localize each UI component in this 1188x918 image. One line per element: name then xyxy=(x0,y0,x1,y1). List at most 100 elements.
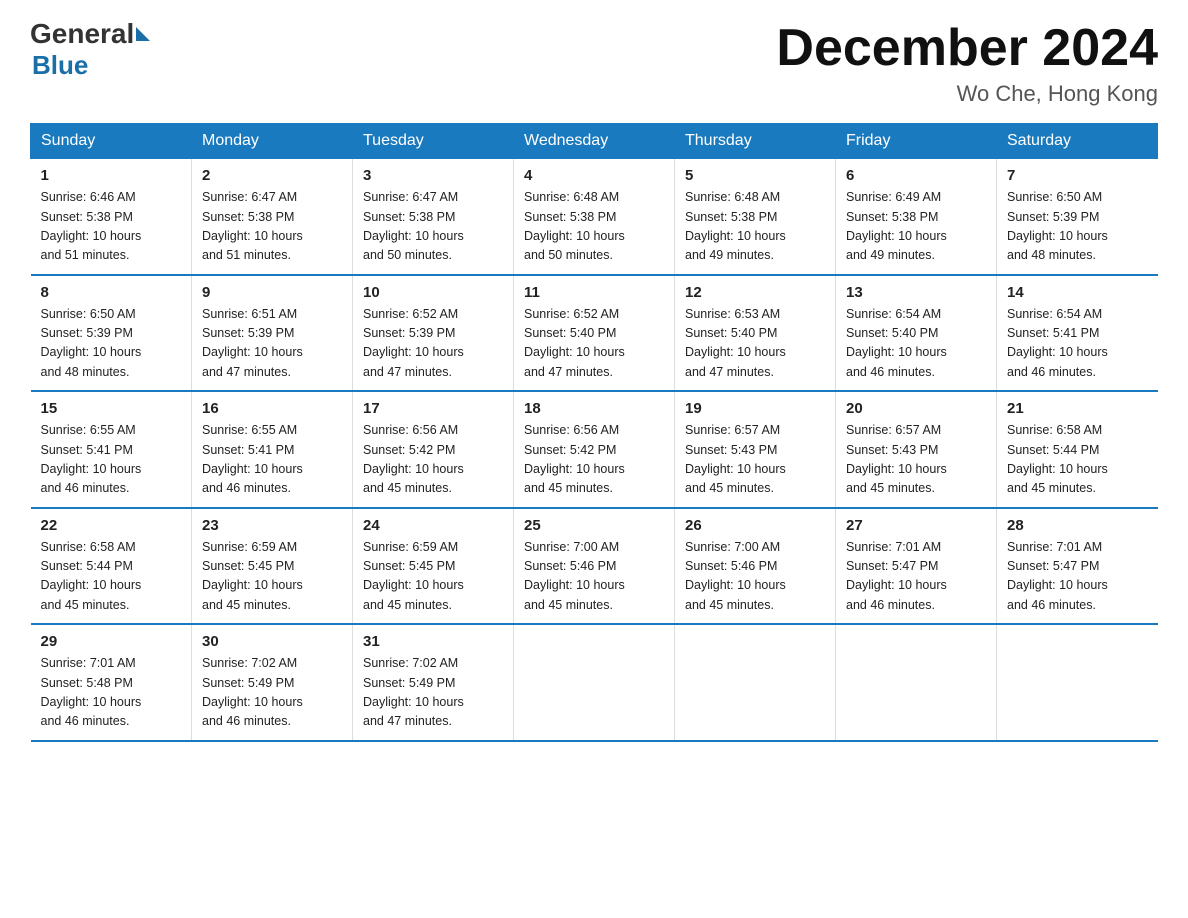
day-info: Sunrise: 6:47 AMSunset: 5:38 PMDaylight:… xyxy=(363,188,503,266)
calendar-cell: 12 Sunrise: 6:53 AMSunset: 5:40 PMDaylig… xyxy=(675,275,836,392)
day-info: Sunrise: 6:48 AMSunset: 5:38 PMDaylight:… xyxy=(524,188,664,266)
day-number: 8 xyxy=(41,284,182,301)
header-thursday: Thursday xyxy=(675,124,836,159)
calendar-cell: 2 Sunrise: 6:47 AMSunset: 5:38 PMDayligh… xyxy=(192,159,353,275)
day-info: Sunrise: 6:52 AMSunset: 5:39 PMDaylight:… xyxy=(363,305,503,383)
day-number: 25 xyxy=(524,517,664,534)
calendar-cell: 13 Sunrise: 6:54 AMSunset: 5:40 PMDaylig… xyxy=(836,275,997,392)
header-sunday: Sunday xyxy=(31,124,192,159)
calendar-cell: 18 Sunrise: 6:56 AMSunset: 5:42 PMDaylig… xyxy=(514,391,675,508)
header-wednesday: Wednesday xyxy=(514,124,675,159)
calendar-cell: 11 Sunrise: 6:52 AMSunset: 5:40 PMDaylig… xyxy=(514,275,675,392)
day-number: 30 xyxy=(202,633,342,650)
calendar-cell: 27 Sunrise: 7:01 AMSunset: 5:47 PMDaylig… xyxy=(836,508,997,625)
day-info: Sunrise: 7:00 AMSunset: 5:46 PMDaylight:… xyxy=(685,538,825,616)
day-info: Sunrise: 6:49 AMSunset: 5:38 PMDaylight:… xyxy=(846,188,986,266)
calendar-week-row: 1 Sunrise: 6:46 AMSunset: 5:38 PMDayligh… xyxy=(31,159,1158,275)
calendar-cell: 22 Sunrise: 6:58 AMSunset: 5:44 PMDaylig… xyxy=(31,508,192,625)
calendar-table: Sunday Monday Tuesday Wednesday Thursday… xyxy=(30,123,1158,742)
day-info: Sunrise: 6:56 AMSunset: 5:42 PMDaylight:… xyxy=(524,421,664,499)
calendar-cell: 26 Sunrise: 7:00 AMSunset: 5:46 PMDaylig… xyxy=(675,508,836,625)
calendar-cell xyxy=(997,624,1158,741)
logo-area: General Blue xyxy=(30,20,152,81)
day-number: 5 xyxy=(685,167,825,184)
day-number: 15 xyxy=(41,400,182,417)
calendar-cell xyxy=(675,624,836,741)
day-number: 17 xyxy=(363,400,503,417)
day-number: 18 xyxy=(524,400,664,417)
calendar-cell: 5 Sunrise: 6:48 AMSunset: 5:38 PMDayligh… xyxy=(675,159,836,275)
day-info: Sunrise: 6:55 AMSunset: 5:41 PMDaylight:… xyxy=(202,421,342,499)
day-number: 19 xyxy=(685,400,825,417)
calendar-cell: 8 Sunrise: 6:50 AMSunset: 5:39 PMDayligh… xyxy=(31,275,192,392)
page-header: General Blue December 2024 Wo Che, Hong … xyxy=(30,20,1158,107)
calendar-cell xyxy=(836,624,997,741)
day-info: Sunrise: 6:50 AMSunset: 5:39 PMDaylight:… xyxy=(41,305,182,383)
day-number: 21 xyxy=(1007,400,1148,417)
calendar-cell: 20 Sunrise: 6:57 AMSunset: 5:43 PMDaylig… xyxy=(836,391,997,508)
day-info: Sunrise: 7:00 AMSunset: 5:46 PMDaylight:… xyxy=(524,538,664,616)
day-info: Sunrise: 6:48 AMSunset: 5:38 PMDaylight:… xyxy=(685,188,825,266)
day-number: 28 xyxy=(1007,517,1148,534)
day-info: Sunrise: 6:53 AMSunset: 5:40 PMDaylight:… xyxy=(685,305,825,383)
day-info: Sunrise: 6:58 AMSunset: 5:44 PMDaylight:… xyxy=(41,538,182,616)
header-friday: Friday xyxy=(836,124,997,159)
day-number: 7 xyxy=(1007,167,1148,184)
day-info: Sunrise: 6:54 AMSunset: 5:41 PMDaylight:… xyxy=(1007,305,1148,383)
day-number: 4 xyxy=(524,167,664,184)
day-number: 13 xyxy=(846,284,986,301)
calendar-cell: 25 Sunrise: 7:00 AMSunset: 5:46 PMDaylig… xyxy=(514,508,675,625)
day-info: Sunrise: 6:59 AMSunset: 5:45 PMDaylight:… xyxy=(363,538,503,616)
day-number: 3 xyxy=(363,167,503,184)
logo-blue-text: Blue xyxy=(32,50,88,80)
day-info: Sunrise: 6:57 AMSunset: 5:43 PMDaylight:… xyxy=(685,421,825,499)
calendar-week-row: 8 Sunrise: 6:50 AMSunset: 5:39 PMDayligh… xyxy=(31,275,1158,392)
day-number: 1 xyxy=(41,167,182,184)
day-number: 16 xyxy=(202,400,342,417)
day-info: Sunrise: 6:46 AMSunset: 5:38 PMDaylight:… xyxy=(41,188,182,266)
calendar-cell: 3 Sunrise: 6:47 AMSunset: 5:38 PMDayligh… xyxy=(353,159,514,275)
day-info: Sunrise: 6:52 AMSunset: 5:40 PMDaylight:… xyxy=(524,305,664,383)
calendar-cell: 21 Sunrise: 6:58 AMSunset: 5:44 PMDaylig… xyxy=(997,391,1158,508)
logo: General xyxy=(30,20,152,48)
day-info: Sunrise: 6:56 AMSunset: 5:42 PMDaylight:… xyxy=(363,421,503,499)
logo-triangle-icon xyxy=(136,27,150,41)
calendar-cell: 7 Sunrise: 6:50 AMSunset: 5:39 PMDayligh… xyxy=(997,159,1158,275)
day-number: 27 xyxy=(846,517,986,534)
calendar-cell xyxy=(514,624,675,741)
day-info: Sunrise: 7:01 AMSunset: 5:47 PMDaylight:… xyxy=(1007,538,1148,616)
day-info: Sunrise: 6:55 AMSunset: 5:41 PMDaylight:… xyxy=(41,421,182,499)
calendar-cell: 29 Sunrise: 7:01 AMSunset: 5:48 PMDaylig… xyxy=(31,624,192,741)
calendar-cell: 6 Sunrise: 6:49 AMSunset: 5:38 PMDayligh… xyxy=(836,159,997,275)
calendar-cell: 19 Sunrise: 6:57 AMSunset: 5:43 PMDaylig… xyxy=(675,391,836,508)
day-info: Sunrise: 6:54 AMSunset: 5:40 PMDaylight:… xyxy=(846,305,986,383)
day-number: 14 xyxy=(1007,284,1148,301)
calendar-week-row: 22 Sunrise: 6:58 AMSunset: 5:44 PMDaylig… xyxy=(31,508,1158,625)
day-number: 12 xyxy=(685,284,825,301)
day-number: 29 xyxy=(41,633,182,650)
day-info: Sunrise: 6:47 AMSunset: 5:38 PMDaylight:… xyxy=(202,188,342,266)
calendar-cell: 15 Sunrise: 6:55 AMSunset: 5:41 PMDaylig… xyxy=(31,391,192,508)
calendar-cell: 14 Sunrise: 6:54 AMSunset: 5:41 PMDaylig… xyxy=(997,275,1158,392)
day-number: 11 xyxy=(524,284,664,301)
calendar-cell: 23 Sunrise: 6:59 AMSunset: 5:45 PMDaylig… xyxy=(192,508,353,625)
day-info: Sunrise: 6:59 AMSunset: 5:45 PMDaylight:… xyxy=(202,538,342,616)
day-info: Sunrise: 6:51 AMSunset: 5:39 PMDaylight:… xyxy=(202,305,342,383)
day-number: 20 xyxy=(846,400,986,417)
calendar-cell: 31 Sunrise: 7:02 AMSunset: 5:49 PMDaylig… xyxy=(353,624,514,741)
header-tuesday: Tuesday xyxy=(353,124,514,159)
day-number: 23 xyxy=(202,517,342,534)
day-number: 31 xyxy=(363,633,503,650)
day-info: Sunrise: 6:58 AMSunset: 5:44 PMDaylight:… xyxy=(1007,421,1148,499)
day-info: Sunrise: 6:57 AMSunset: 5:43 PMDaylight:… xyxy=(846,421,986,499)
day-number: 10 xyxy=(363,284,503,301)
calendar-cell: 16 Sunrise: 6:55 AMSunset: 5:41 PMDaylig… xyxy=(192,391,353,508)
calendar-cell: 17 Sunrise: 6:56 AMSunset: 5:42 PMDaylig… xyxy=(353,391,514,508)
day-number: 6 xyxy=(846,167,986,184)
logo-general-text: General xyxy=(30,20,134,48)
calendar-week-row: 29 Sunrise: 7:01 AMSunset: 5:48 PMDaylig… xyxy=(31,624,1158,741)
header-saturday: Saturday xyxy=(997,124,1158,159)
header-monday: Monday xyxy=(192,124,353,159)
day-info: Sunrise: 7:01 AMSunset: 5:48 PMDaylight:… xyxy=(41,654,182,732)
calendar-cell: 9 Sunrise: 6:51 AMSunset: 5:39 PMDayligh… xyxy=(192,275,353,392)
